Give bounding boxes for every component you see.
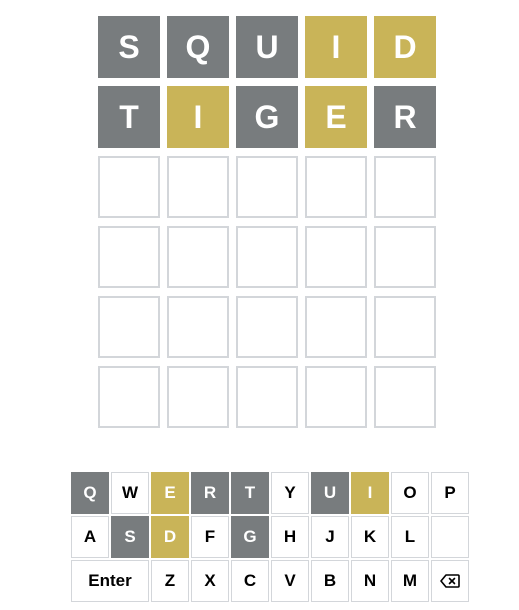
board-tile xyxy=(305,296,367,358)
key-r[interactable]: R xyxy=(191,472,229,514)
key-e[interactable]: E xyxy=(151,472,189,514)
board-tile: G xyxy=(236,86,298,148)
board-tile xyxy=(98,296,160,358)
key-x[interactable]: X xyxy=(191,560,229,602)
key-k[interactable]: K xyxy=(351,516,389,558)
key-t[interactable]: T xyxy=(231,472,269,514)
board-tile xyxy=(305,366,367,428)
board-tile xyxy=(236,226,298,288)
backspace-icon xyxy=(440,574,460,588)
board-tile xyxy=(167,296,229,358)
board-tile xyxy=(98,156,160,218)
key-b[interactable]: B xyxy=(311,560,349,602)
board-tile: D xyxy=(374,16,436,78)
board-tile xyxy=(374,156,436,218)
board-tile xyxy=(167,156,229,218)
key-g[interactable]: G xyxy=(231,516,269,558)
keyboard-row: QWERTYUIOP xyxy=(71,472,471,514)
board-tile: Q xyxy=(167,16,229,78)
key-z[interactable]: Z xyxy=(151,560,189,602)
board-tile xyxy=(374,366,436,428)
key-p[interactable]: P xyxy=(431,472,469,514)
board-tile xyxy=(305,226,367,288)
board-tile: I xyxy=(305,16,367,78)
key-u[interactable]: U xyxy=(311,472,349,514)
board-tile xyxy=(374,296,436,358)
board-tile xyxy=(236,366,298,428)
board-tile xyxy=(374,226,436,288)
key-w[interactable]: W xyxy=(111,472,149,514)
key-l[interactable]: L xyxy=(391,516,429,558)
key-i[interactable]: I xyxy=(351,472,389,514)
keyboard-row: ASDFGHJKL xyxy=(71,516,471,558)
enter-key[interactable]: Enter xyxy=(71,560,149,602)
key-f[interactable]: F xyxy=(191,516,229,558)
backspace-key[interactable] xyxy=(431,560,469,602)
key-s[interactable]: S xyxy=(111,516,149,558)
board-tile: E xyxy=(305,86,367,148)
key-y[interactable]: Y xyxy=(271,472,309,514)
board-tile xyxy=(98,226,160,288)
key-a[interactable]: A xyxy=(71,516,109,558)
board-tile: U xyxy=(236,16,298,78)
key-j[interactable]: J xyxy=(311,516,349,558)
key-c[interactable]: C xyxy=(231,560,269,602)
key-q[interactable]: Q xyxy=(71,472,109,514)
key-h[interactable]: H xyxy=(271,516,309,558)
key-v[interactable]: V xyxy=(271,560,309,602)
game-board: SQUIDTIGER xyxy=(98,16,436,428)
board-tile: S xyxy=(98,16,160,78)
board-tile: R xyxy=(374,86,436,148)
board-tile: I xyxy=(167,86,229,148)
keyboard-spacer xyxy=(431,516,469,558)
board-tile xyxy=(236,296,298,358)
key-o[interactable]: O xyxy=(391,472,429,514)
keyboard-row: Enter Z X C V B N M xyxy=(71,560,471,602)
key-n[interactable]: N xyxy=(351,560,389,602)
board-tile: T xyxy=(98,86,160,148)
board-tile xyxy=(305,156,367,218)
key-m[interactable]: M xyxy=(391,560,429,602)
board-tile xyxy=(167,226,229,288)
board-tile xyxy=(167,366,229,428)
key-d[interactable]: D xyxy=(151,516,189,558)
on-screen-keyboard: Q W E R T Y U I O P A S D F G H J K L Enter Z X C V B N M xyxy=(71,472,471,604)
board-tile xyxy=(98,366,160,428)
board-tile xyxy=(236,156,298,218)
